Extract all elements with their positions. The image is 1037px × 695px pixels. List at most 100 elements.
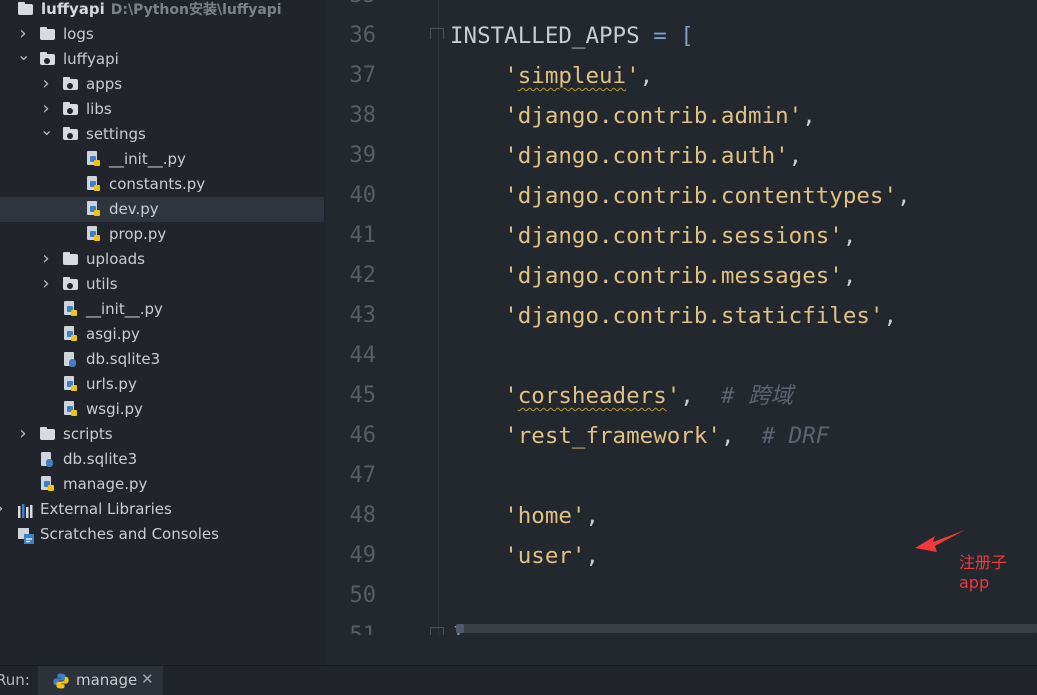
line-number: 45	[349, 383, 377, 408]
python-file-icon	[63, 376, 78, 391]
tree-item-label: libs	[86, 100, 112, 118]
tree-item-external-libraries[interactable]: › External Libraries	[0, 497, 325, 522]
tree-item-label: settings	[86, 125, 146, 143]
code-line[interactable]: 'django.contrib.messages',	[450, 256, 856, 296]
tree-root-luffyapi[interactable]: luffyapi D:\Python安装\luffyapi	[0, 0, 325, 22]
line-number: 47	[349, 463, 377, 488]
tree-item-scratches[interactable]: Scratches and Consoles	[0, 522, 325, 547]
tree-item-scripts[interactable]: › scripts	[0, 422, 325, 447]
code-line[interactable]: 'django.contrib.admin',	[450, 96, 816, 136]
tree-item-constants[interactable]: constants.py	[0, 172, 325, 197]
python-file-icon	[86, 201, 101, 216]
fold-end-icon[interactable]	[430, 627, 444, 635]
code-line[interactable]: 'corsheaders', # 跨域	[450, 376, 793, 416]
python-file-icon	[86, 151, 101, 166]
code-line[interactable]: 'django.contrib.auth',	[450, 136, 802, 176]
python-file-icon	[86, 176, 101, 191]
chevron-down-icon[interactable]: ⌄	[40, 117, 53, 142]
library-icon	[17, 502, 33, 518]
code-line[interactable]: 'user',	[450, 536, 599, 576]
tree-item-label: asgi.py	[86, 325, 140, 343]
scratches-icon	[17, 527, 34, 544]
line-number: 46	[349, 423, 377, 448]
tree-item-logs[interactable]: › logs	[0, 22, 325, 47]
tree-item-wsgi[interactable]: wsgi.py	[0, 397, 325, 422]
line-number: 35	[325, 0, 377, 16]
tree-item-luffyapi[interactable]: ⌄ luffyapi	[0, 45, 325, 72]
python-file-icon	[63, 326, 78, 341]
chevron-down-icon[interactable]: ⌄	[17, 42, 30, 67]
tree-item-label: External Libraries	[40, 500, 172, 518]
editor-bottom-area	[325, 635, 1037, 665]
line-number: 37	[349, 63, 377, 88]
run-toolbar: Run: manage ✕	[0, 665, 1037, 695]
gutter-divider	[438, 0, 439, 635]
tree-item-label: logs	[63, 25, 94, 43]
package-folder-icon	[63, 77, 78, 90]
tree-item-label: Scratches and Consoles	[40, 525, 219, 543]
python-file-icon	[40, 476, 55, 491]
horizontal-scrollbar[interactable]	[456, 624, 1037, 633]
python-icon	[53, 673, 69, 689]
chevron-right-icon[interactable]: ›	[40, 71, 52, 96]
code-line[interactable]: 'rest_framework', # DRF	[450, 416, 829, 456]
line-number: 39	[349, 143, 377, 168]
tree-item-label: __init__.py	[86, 300, 163, 318]
annotation-label: 注册子app	[959, 553, 1008, 592]
fold-icon[interactable]	[430, 28, 444, 42]
close-icon[interactable]: ✕	[141, 670, 154, 688]
tree-item-label: prop.py	[109, 225, 167, 243]
code-line[interactable]: 'django.contrib.sessions',	[450, 216, 856, 256]
tree-item-label: __init__.py	[109, 150, 186, 168]
code-line[interactable]: 'home',	[450, 496, 599, 536]
tree-item-pkg-init[interactable]: __init__.py	[0, 297, 325, 322]
project-tree: luffyapi D:\Python安装\luffyapi › logs ⌄ luffya…	[0, 0, 325, 665]
chevron-right-icon[interactable]: ›	[40, 271, 52, 296]
python-file-icon	[86, 226, 101, 241]
line-number: 49	[349, 543, 377, 568]
database-file-icon	[63, 352, 78, 367]
folder-icon	[40, 27, 55, 40]
line-number: 36	[349, 23, 377, 48]
tree-item-asgi[interactable]: asgi.py	[0, 322, 325, 347]
tree-item-dev[interactable]: dev.py	[0, 197, 324, 222]
code-editor[interactable]: 35 36INSTALLED_APPS = [37 'simpleui',38 …	[325, 0, 1037, 635]
package-folder-icon	[63, 277, 78, 290]
database-file-icon	[40, 452, 55, 467]
tree-item-label: luffyapi	[63, 50, 119, 68]
code-line[interactable]: 'django.contrib.staticfiles',	[450, 296, 897, 336]
package-folder-icon	[63, 102, 78, 115]
tree-item-settings-init[interactable]: __init__.py	[0, 147, 325, 172]
tree-item-utils[interactable]: › utils	[0, 272, 325, 297]
line-number: 38	[349, 103, 377, 128]
line-number: 50	[349, 583, 377, 608]
line-number: 48	[349, 503, 377, 528]
code-line[interactable]: 'simpleui',	[450, 56, 653, 96]
line-number: 40	[349, 183, 377, 208]
chevron-right-icon[interactable]: ›	[40, 246, 52, 271]
python-file-icon	[63, 301, 78, 316]
tree-item-apps[interactable]: › apps	[0, 72, 325, 97]
tree-item-settings[interactable]: ⌄ settings	[0, 120, 325, 147]
scrollbar-thumb[interactable]	[456, 624, 464, 633]
code-line[interactable]: INSTALLED_APPS = [	[450, 16, 694, 56]
tree-item-label: luffyapi D:\Python安装\luffyapi	[41, 0, 282, 18]
run-label: Run:	[0, 671, 30, 689]
tree-item-prop[interactable]: prop.py	[0, 222, 325, 247]
folder-icon	[63, 252, 78, 265]
tree-item-label: dev.py	[109, 200, 159, 218]
run-tab-manage[interactable]: manage ✕	[38, 666, 163, 695]
tree-item-label: db.sqlite3	[86, 350, 161, 368]
tree-item-db[interactable]: db.sqlite3	[0, 447, 325, 472]
tree-item-uploads[interactable]: › uploads	[0, 247, 325, 272]
code-line[interactable]: 'django.contrib.contenttypes',	[450, 176, 910, 216]
line-number: 42	[349, 263, 377, 288]
tree-item-manage[interactable]: manage.py	[0, 472, 325, 497]
tree-item-label: constants.py	[109, 175, 206, 193]
line-number: 44	[349, 343, 377, 368]
chevron-right-icon[interactable]: ›	[0, 496, 6, 521]
tree-item-urls[interactable]: urls.py	[0, 372, 325, 397]
chevron-right-icon[interactable]: ›	[17, 421, 29, 446]
tree-item-inner-db[interactable]: db.sqlite3	[0, 347, 325, 372]
tree-item-label: manage.py	[63, 475, 148, 493]
